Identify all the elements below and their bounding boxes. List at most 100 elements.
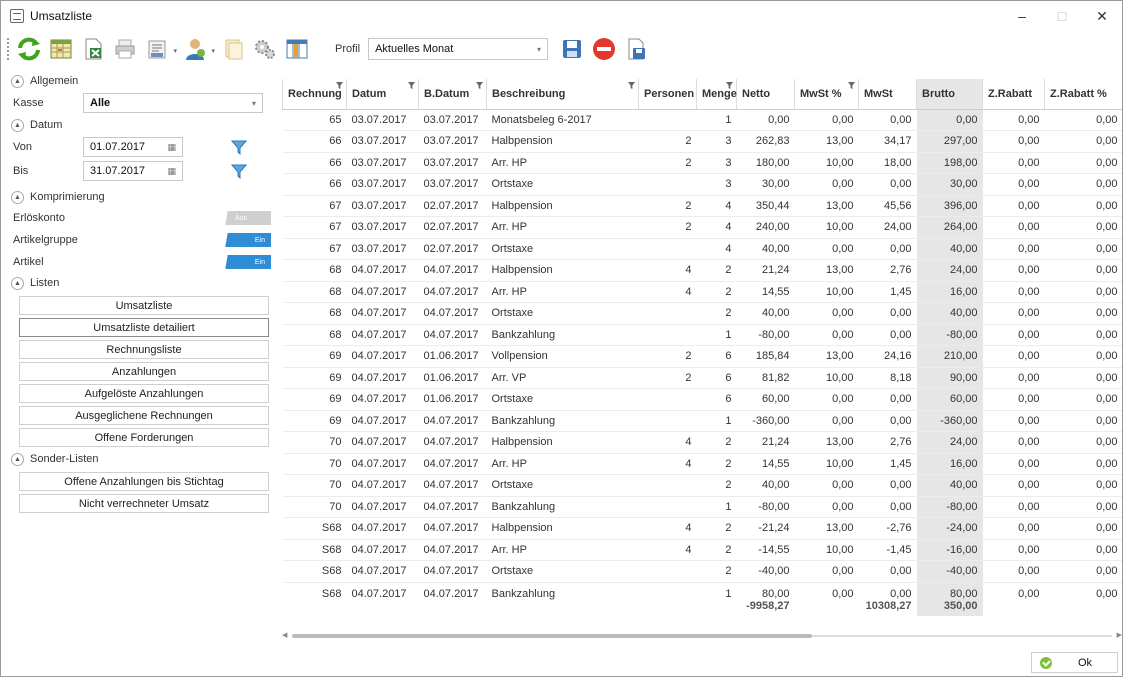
ausgeglichene-rechnungen-button[interactable]: Ausgeglichene Rechnungen [19,406,269,425]
table-row[interactable]: 66 03.07.2017 03.07.2017 Arr. HP 2 3 180,00 10,… [282,152,1122,174]
collapse-icon[interactable]: ▲ [11,118,24,132]
table-row[interactable]: 67 03.07.2017 02.07.2017 Halbpension 2 4 350,4… [282,195,1122,217]
nicht-verrechneter-umsatz-button[interactable]: Nicht verrechneter Umsatz [19,494,269,513]
table-row[interactable]: 70 04.07.2017 04.07.2017 Bankzahlung 1 -80,00… [282,496,1122,518]
kasse-select[interactable]: Alle ▾ [83,93,263,113]
umsatzliste-button[interactable]: Umsatzliste [19,296,269,315]
anzahlungen-button[interactable]: Anzahlungen [19,362,269,381]
table-cell: Ortstaxe [486,474,639,497]
table-row[interactable]: 69 04.07.2017 01.06.2017 Ortstaxe 6 60,00 0,00… [282,388,1122,411]
refresh-button[interactable] [15,35,43,63]
aufgeloeste-anzahlungen-button[interactable]: Aufgelöste Anzahlungen [19,384,269,403]
table-cell: 68 [282,281,347,303]
column-filter-icon[interactable] [476,82,483,89]
save-as-profile-button[interactable] [622,35,650,63]
section-allgemein[interactable]: ▲ Allgemein [7,71,277,91]
offene-anzahlungen-stichtag-button[interactable]: Offene Anzahlungen bis Stichtag [19,472,269,491]
horizontal-scrollbar[interactable]: ◀ ▶ [282,631,1122,641]
table-row[interactable]: S68 04.07.2017 04.07.2017 Arr. HP 4 2 -14,55 10… [282,539,1122,561]
table-row[interactable]: 69 04.07.2017 01.06.2017 Vollpension 2 6 185,8… [282,345,1122,368]
column-header-mwst[interactable]: MwSt % [794,79,859,110]
table-row[interactable]: S68 04.07.2017 04.07.2017 Ortstaxe 2 -40,00 0,… [282,560,1122,583]
column-header-b-datum[interactable]: B.Datum [418,79,487,110]
toolbar-grip[interactable] [7,38,11,60]
column-header-datum[interactable]: Datum [346,79,419,110]
column-header-netto[interactable]: Netto [736,79,795,110]
table-row[interactable]: 70 04.07.2017 04.07.2017 Arr. HP 4 2 14,55 10,0… [282,453,1122,475]
excel-export-button[interactable] [79,35,107,63]
columns-button[interactable] [283,35,311,63]
table-row[interactable]: 68 04.07.2017 04.07.2017 Halbpension 4 2 21,24… [282,259,1122,282]
column-filter-icon[interactable] [336,82,343,89]
column-header-brutto[interactable]: Brutto [916,79,983,110]
column-header-menge[interactable]: Menge [696,79,737,110]
document-button[interactable] [219,35,247,63]
rechnungsliste-button[interactable]: Rechnungsliste [19,340,269,359]
column-filter-icon[interactable] [628,82,635,89]
table-cell: -80,00 [736,496,795,518]
settings-button[interactable] [251,35,279,63]
profile-select[interactable]: Aktuelles Monat ▾ [368,38,549,60]
table-row[interactable]: S68 04.07.2017 04.07.2017 Halbpension 4 2 -21,… [282,517,1122,540]
column-header-z-rabatt[interactable]: Z.Rabatt % [1044,79,1122,110]
user-button[interactable]: ▾ [181,35,215,63]
offene-forderungen-button[interactable]: Offene Forderungen [19,428,269,447]
column-header-beschreibung[interactable]: Beschreibung [486,79,639,110]
section-komprimierung[interactable]: ▲ Komprimierung [7,187,277,207]
close-button[interactable]: ✕ [1082,1,1122,31]
column-filter-icon[interactable] [726,82,733,89]
table-row[interactable]: 69 04.07.2017 04.07.2017 Bankzahlung 1 -360,0… [282,410,1122,432]
table-row[interactable]: 67 03.07.2017 02.07.2017 Ortstaxe 4 40,00 0,00… [282,238,1122,260]
column-filter-icon[interactable] [408,82,415,89]
scroll-right-icon[interactable]: ▶ [1117,631,1122,639]
table-row[interactable]: 70 04.07.2017 04.07.2017 Halbpension 4 2 21,24… [282,431,1122,454]
table-cell: 01.06.2017 [418,388,487,411]
collapse-icon[interactable]: ▲ [11,190,24,204]
filter-funnel-icon[interactable] [231,163,247,179]
delete-profile-button[interactable] [590,35,618,63]
maximize-button[interactable]: □ [1042,1,1082,31]
scrollbar-thumb[interactable] [292,634,812,638]
collapse-icon[interactable]: ▲ [11,452,24,466]
collapse-icon[interactable]: ▲ [11,74,24,88]
calendar-icon[interactable]: ▦ [167,142,176,153]
table-row[interactable]: 68 04.07.2017 04.07.2017 Arr. HP 4 2 14,55 10,0… [282,281,1122,303]
save-profile-button[interactable] [558,35,586,63]
table-cell: 18,00 [858,152,917,174]
table-row[interactable]: 70 04.07.2017 04.07.2017 Ortstaxe 2 40,00 0,00… [282,474,1122,497]
table-row[interactable]: 67 03.07.2017 02.07.2017 Arr. HP 2 4 240,00 10,… [282,216,1122,239]
section-listen[interactable]: ▲ Listen [7,273,277,293]
calendar-grid-button[interactable] [47,35,75,63]
ok-button[interactable]: Ok [1031,652,1118,673]
minimize-button[interactable]: – [1002,1,1042,31]
bis-date-field[interactable]: 31.07.2017 ▦ [83,161,183,181]
artikel-toggle[interactable]: Ein [219,255,271,269]
table-row[interactable]: 65 03.07.2017 03.07.2017 Monatsbeleg 6-2017… [282,109,1122,131]
calendar-icon[interactable]: ▦ [167,166,176,177]
table-cell: 2 [638,216,697,239]
table-row[interactable]: 68 04.07.2017 04.07.2017 Ortstaxe 2 40,00 0,00… [282,302,1122,325]
umsatzliste-detailiert-button[interactable]: Umsatzliste detailiert [19,318,269,337]
print-options-button[interactable]: ▾ [143,35,177,63]
column-header-personen[interactable]: Personen [638,79,697,110]
collapse-icon[interactable]: ▲ [11,276,24,290]
table-row[interactable]: 69 04.07.2017 01.06.2017 Arr. VP 2 6 81,82 10,0… [282,367,1122,389]
column-header-z-rabatt[interactable]: Z.Rabatt [982,79,1045,110]
erloeskonto-toggle[interactable]: Aus [219,211,271,225]
column-filter-icon[interactable] [848,82,855,89]
artikelgruppe-toggle[interactable]: Ein [219,233,271,247]
table-row[interactable]: 66 03.07.2017 03.07.2017 Halbpension 2 3 262,8… [282,130,1122,153]
table-row[interactable]: S68 04.07.2017 04.07.2017 Bankzahlung 1 80,00… [283,582,1123,616]
column-header-rechnung[interactable]: Rechnung [282,79,347,110]
column-header-mwst[interactable]: MwSt [858,79,917,110]
table-row[interactable]: 68 04.07.2017 04.07.2017 Bankzahlung 1 -80,00… [282,324,1122,346]
table-cell: 0,00 [1044,281,1122,303]
section-datum[interactable]: ▲ Datum [7,115,277,135]
scroll-left-icon[interactable]: ◀ [282,631,287,639]
section-sonder-listen[interactable]: ▲ Sonder-Listen [7,449,277,469]
table-row[interactable]: 66 03.07.2017 03.07.2017 Ortstaxe 3 30,00 0,00… [282,173,1122,196]
von-date-field[interactable]: 01.07.2017 ▦ [83,137,183,157]
print-button[interactable] [111,35,139,63]
filter-funnel-icon[interactable] [231,139,247,155]
table-cell: 01.06.2017 [418,345,487,368]
